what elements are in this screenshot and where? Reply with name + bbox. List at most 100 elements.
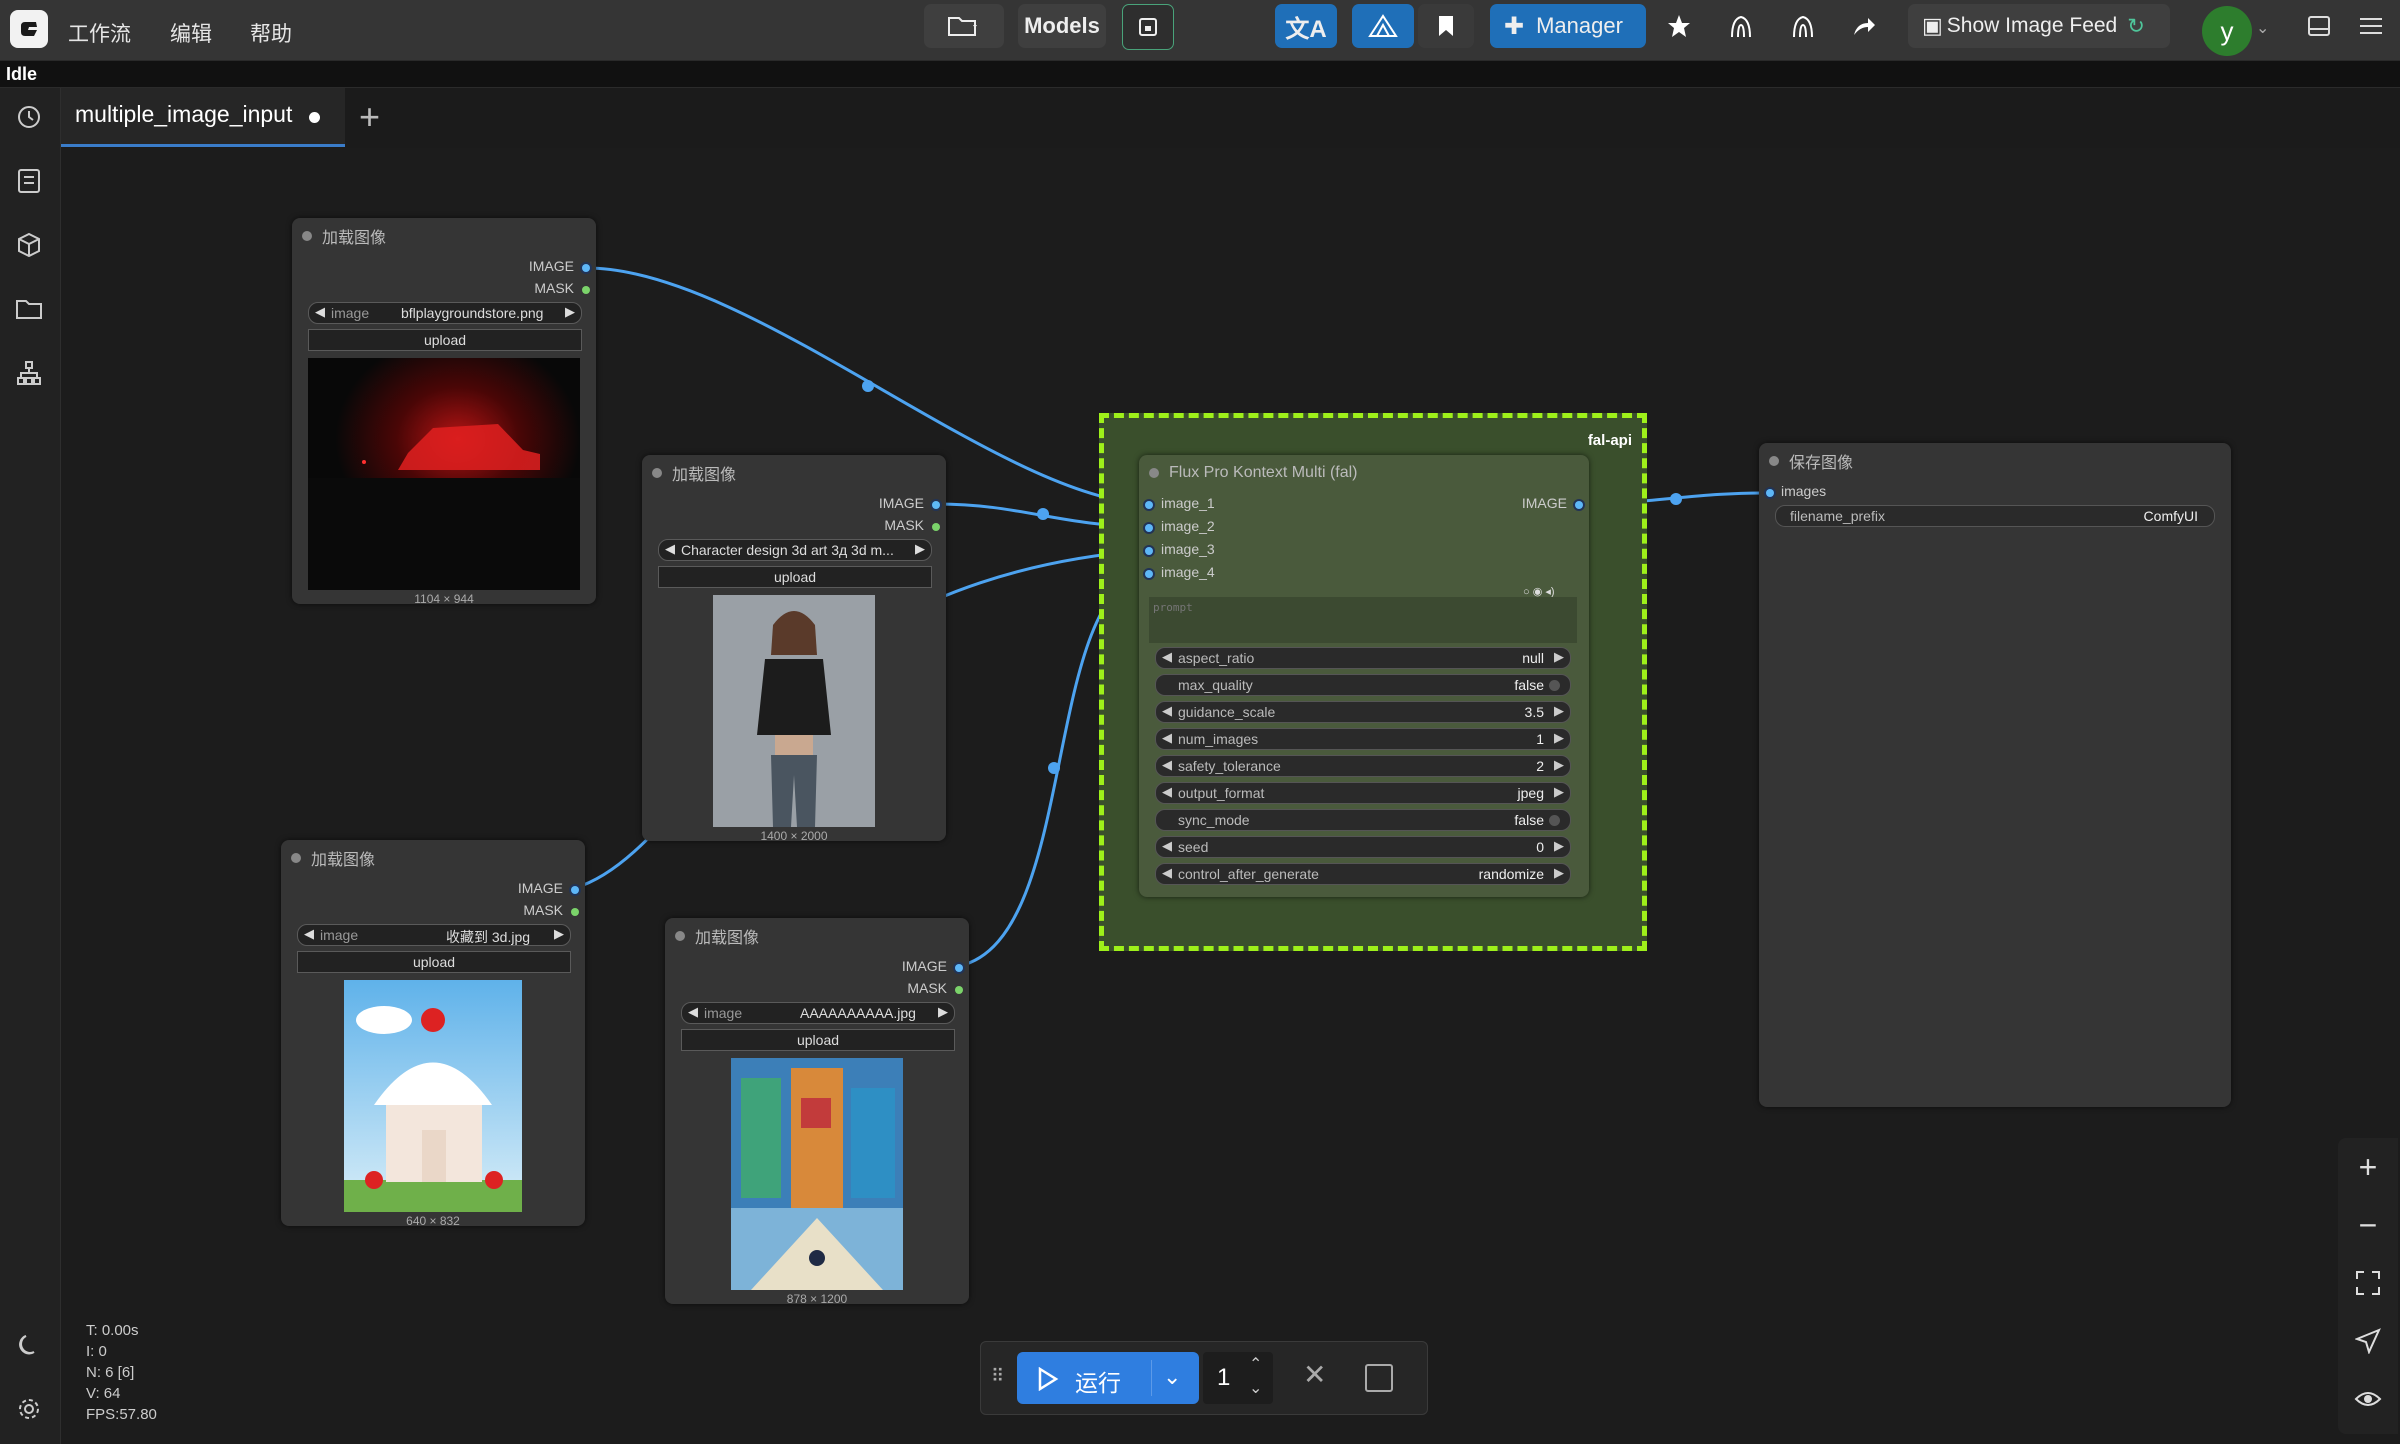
- batch-count-stepper[interactable]: 1 ⌃ ⌄: [1203, 1352, 1273, 1404]
- eye-visibility-icon[interactable]: [2353, 1384, 2383, 1414]
- input-slot-image-2[interactable]: [1145, 524, 1153, 532]
- widget-sync-mode[interactable]: sync_mode false: [1155, 809, 1571, 831]
- output-slot-mask[interactable]: [571, 908, 579, 916]
- output-slot-image[interactable]: [1575, 501, 1583, 509]
- user-avatar[interactable]: y: [2202, 6, 2252, 56]
- collapse-dot-icon[interactable]: [652, 468, 662, 478]
- queue-list-icon[interactable]: [14, 166, 44, 196]
- hook-icon-b[interactable]: [1789, 12, 1817, 40]
- drag-handle-icon[interactable]: ⠿: [991, 1366, 1004, 1387]
- comfy-logo-icon[interactable]: [10, 10, 48, 48]
- arrow-right-icon[interactable]: ▶: [1554, 649, 1564, 665]
- upload-button[interactable]: upload: [658, 566, 932, 588]
- collapse-dot-icon[interactable]: [291, 853, 301, 863]
- arrow-left-icon[interactable]: ◀: [1162, 703, 1172, 719]
- arrow-left-icon[interactable]: ◀: [304, 926, 314, 942]
- arrow-left-icon[interactable]: ◀: [1162, 838, 1172, 854]
- upload-button[interactable]: upload: [308, 329, 582, 351]
- arrow-right-icon[interactable]: ▶: [1554, 703, 1564, 719]
- arrow-left-icon[interactable]: ◀: [1162, 730, 1172, 746]
- input-slot-image-1[interactable]: [1145, 501, 1153, 509]
- star-icon[interactable]: [1665, 12, 1693, 40]
- arrow-right-icon[interactable]: ▶: [1554, 838, 1564, 854]
- models-button[interactable]: Models: [1018, 4, 1106, 48]
- arrow-left-icon[interactable]: ◀: [1162, 784, 1172, 800]
- send-arrow-icon[interactable]: [2353, 1326, 2383, 1356]
- load-image-node-1[interactable]: 加载图像 IMAGE MASK ◀ image bflplaygroundsto…: [292, 218, 596, 606]
- input-slot-image-4[interactable]: [1145, 570, 1153, 578]
- node-title[interactable]: 加载图像: [652, 462, 736, 484]
- output-slot-image[interactable]: [582, 264, 590, 272]
- arrow-right-icon[interactable]: ▶: [915, 541, 925, 557]
- new-tab-plus-icon[interactable]: +: [359, 96, 380, 138]
- collapse-dot-icon[interactable]: [1149, 468, 1159, 478]
- toggle-off-icon[interactable]: [1549, 680, 1560, 691]
- hamburger-menu-icon[interactable]: [2357, 12, 2385, 40]
- zoom-in-plus-icon[interactable]: +: [2353, 1149, 2383, 1185]
- fit-view-icon[interactable]: [2353, 1268, 2383, 1298]
- manager-button[interactable]: ✚ Manager: [1490, 4, 1646, 48]
- image-select-combo[interactable]: ◀ image AAAAAAAAAA.jpg ▶: [681, 1002, 955, 1024]
- history-icon[interactable]: [14, 102, 44, 132]
- arrow-right-icon[interactable]: ▶: [554, 926, 564, 942]
- cancel-close-icon[interactable]: ✕: [1303, 1358, 1326, 1391]
- node-title[interactable]: 加载图像: [675, 925, 759, 947]
- arrow-left-icon[interactable]: ◀: [1162, 649, 1172, 665]
- flux-pro-kontext-node[interactable]: Flux Pro Kontext Multi (fal) image_1 ima…: [1139, 455, 1589, 897]
- output-slot-image[interactable]: [932, 501, 940, 509]
- widget-max-quality[interactable]: max_quality false: [1155, 674, 1571, 696]
- increment-icon[interactable]: ⌃: [1249, 1354, 1262, 1374]
- widget-guidance-scale[interactable]: ◀ guidance_scale 3.5 ▶: [1155, 701, 1571, 723]
- widget-seed[interactable]: ◀ seed 0 ▶: [1155, 836, 1571, 858]
- arrow-left-icon[interactable]: ◀: [1162, 757, 1172, 773]
- moon-theme-icon[interactable]: [14, 1330, 44, 1360]
- input-slot-images[interactable]: [1766, 489, 1774, 497]
- upload-button[interactable]: upload: [681, 1029, 955, 1051]
- panel-toggle-icon[interactable]: [2305, 12, 2333, 40]
- toggle-off-icon[interactable]: [1549, 815, 1560, 826]
- menu-help[interactable]: 帮助: [250, 18, 292, 48]
- widget-num-images[interactable]: ◀ num_images 1 ▶: [1155, 728, 1571, 750]
- arrow-right-icon[interactable]: ▶: [1554, 730, 1564, 746]
- node-title[interactable]: 加载图像: [302, 225, 386, 247]
- collapse-dot-icon[interactable]: [675, 931, 685, 941]
- image-select-combo[interactable]: ◀ Character design 3d art 3д 3d m... ▶: [658, 539, 932, 561]
- image-select-combo[interactable]: ◀ image bflplaygroundstore.png ▶: [308, 302, 582, 324]
- upload-button[interactable]: upload: [297, 951, 571, 973]
- arrow-right-icon[interactable]: ▶: [1554, 757, 1564, 773]
- share-icon[interactable]: [1850, 12, 1878, 40]
- mountain-tool-button[interactable]: [1352, 4, 1414, 48]
- widget-control-after-generate[interactable]: ◀ control_after_generate randomize ▶: [1155, 863, 1571, 885]
- arrow-right-icon[interactable]: ▶: [565, 304, 575, 320]
- load-image-node-2[interactable]: 加载图像 IMAGE MASK ◀ Character design 3d ar…: [642, 455, 946, 843]
- arrow-right-icon[interactable]: ▶: [1554, 784, 1564, 800]
- stop-square-icon[interactable]: [1365, 1364, 1393, 1392]
- input-slot-image-3[interactable]: [1145, 547, 1153, 555]
- output-slot-mask[interactable]: [932, 523, 940, 531]
- collapse-dot-icon[interactable]: [302, 231, 312, 241]
- arrow-left-icon[interactable]: ◀: [688, 1004, 698, 1020]
- menu-workflow[interactable]: 工作流: [68, 18, 131, 48]
- collapse-dot-icon[interactable]: [1769, 456, 1779, 466]
- arrow-left-icon[interactable]: ◀: [315, 304, 325, 320]
- image-select-combo[interactable]: ◀ image 收藏到 3d.jpg ▶: [297, 924, 571, 946]
- arrow-right-icon[interactable]: ▶: [1554, 865, 1564, 881]
- decrement-icon[interactable]: ⌄: [1249, 1378, 1262, 1398]
- output-slot-image[interactable]: [571, 886, 579, 894]
- workflow-folder-button[interactable]: [924, 4, 1004, 48]
- translate-button[interactable]: 文A: [1275, 4, 1337, 48]
- prompt-textarea[interactable]: [1149, 597, 1577, 643]
- workflows-folder-icon[interactable]: [14, 294, 44, 324]
- load-image-node-4[interactable]: 加载图像 IMAGE MASK ◀ image AAAAAAAAAA.jpg ▶…: [665, 918, 969, 1306]
- settings-gear-icon[interactable]: [14, 1394, 44, 1424]
- arrow-left-icon[interactable]: ◀: [1162, 865, 1172, 881]
- node-library-icon[interactable]: [14, 358, 44, 388]
- save-workflow-button[interactable]: [1122, 4, 1174, 50]
- image-feed-button[interactable]: ▣ Show Image Feed ↻: [1908, 4, 2170, 48]
- output-slot-mask[interactable]: [582, 286, 590, 294]
- widget-output-format[interactable]: ◀ output_format jpeg ▶: [1155, 782, 1571, 804]
- zoom-out-minus-icon[interactable]: −: [2353, 1207, 2383, 1243]
- node-title[interactable]: Flux Pro Kontext Multi (fal): [1149, 462, 1358, 484]
- menu-edit[interactable]: 编辑: [170, 18, 212, 48]
- load-image-node-3[interactable]: 加载图像 IMAGE MASK ◀ image 收藏到 3d.jpg ▶ upl…: [281, 840, 585, 1228]
